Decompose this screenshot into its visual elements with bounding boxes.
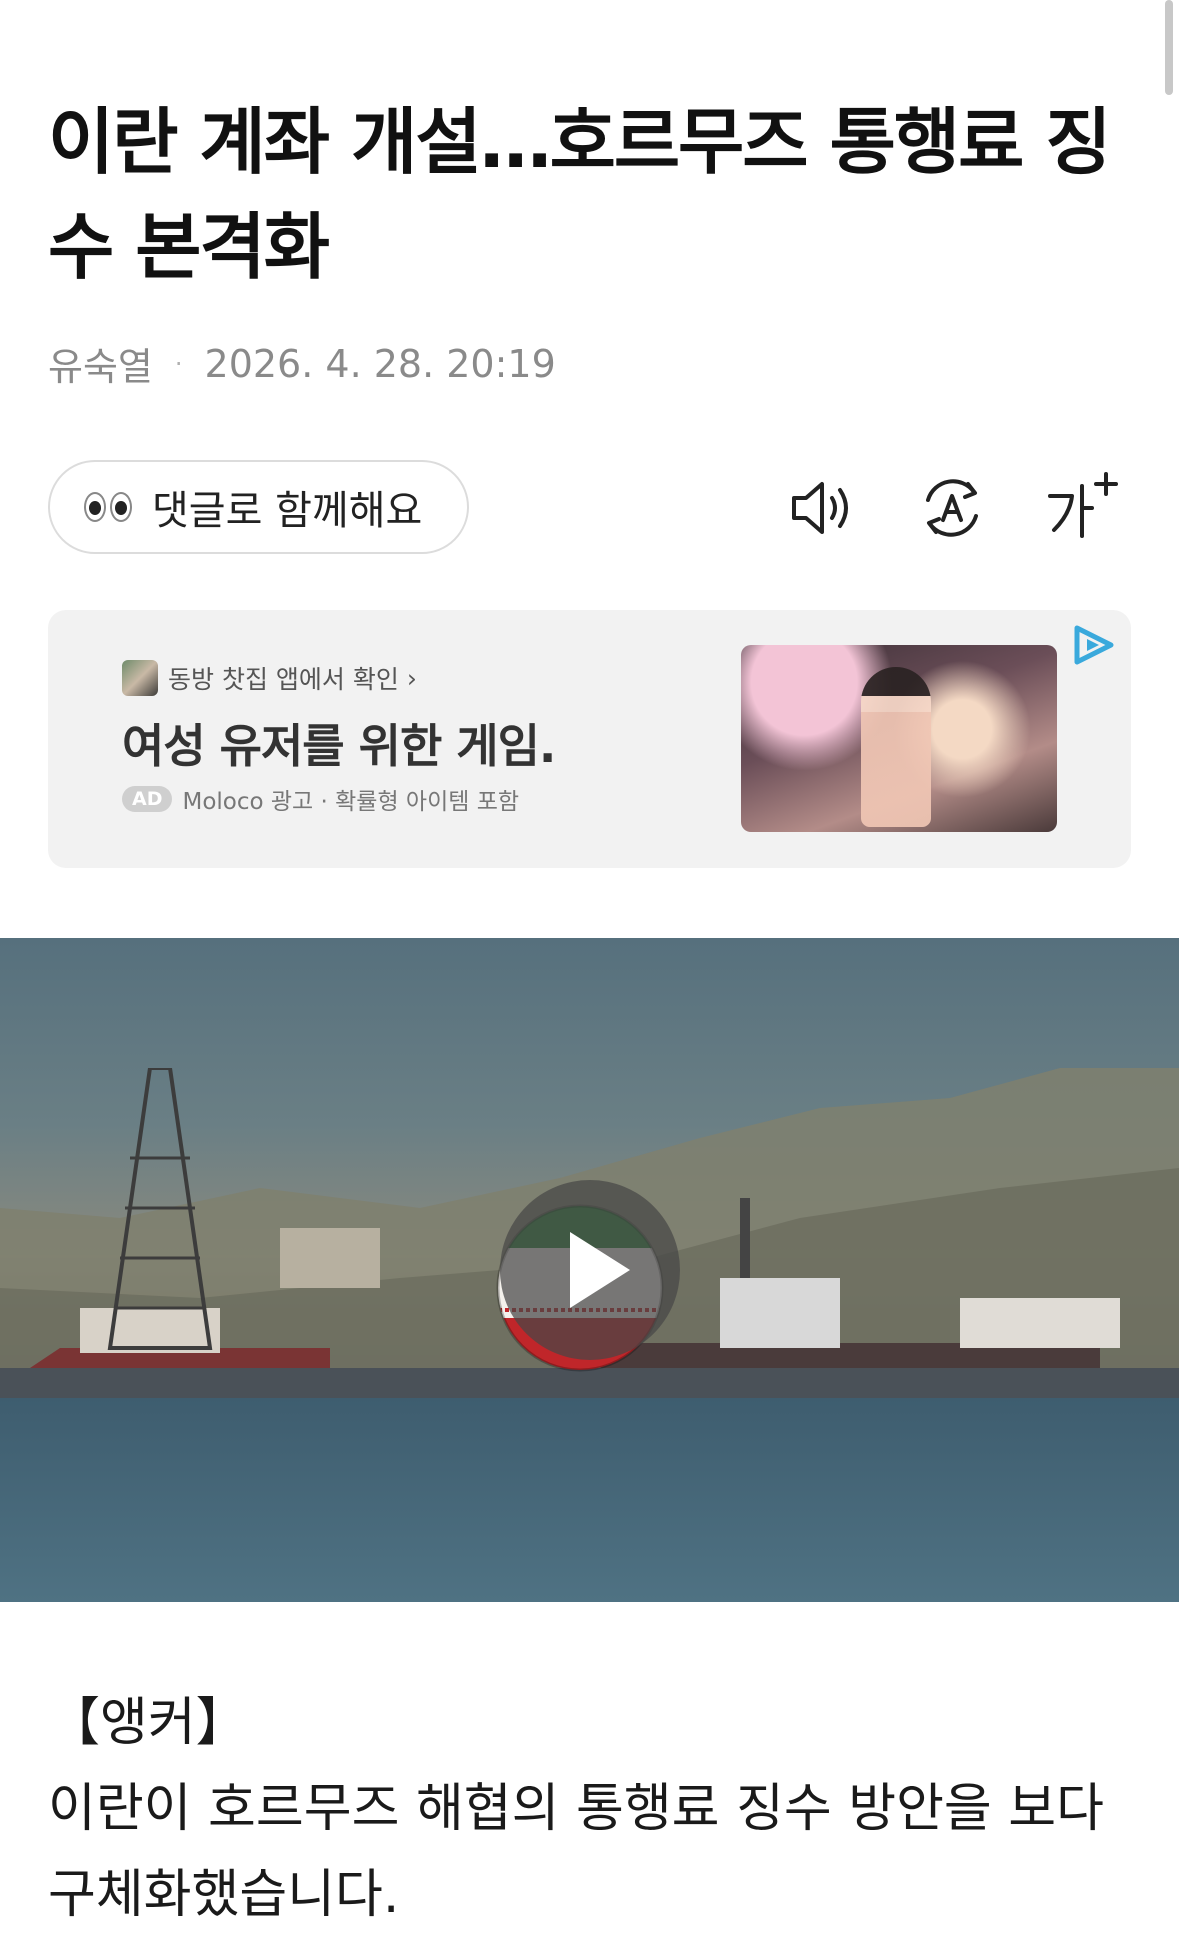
ad-meta-label: Moloco 광고 · 확률형 아이템 포함 <box>182 789 520 815</box>
byline: 유숙열 · 2026. 4. 28. 20:19 <box>48 336 556 391</box>
body-label: 【앵커】 <box>48 1693 248 1753</box>
article-headline: 이란 계좌 개설…호르무즈 통행료 징수 본격화 <box>48 100 1112 289</box>
ad-app-avatar <box>122 660 158 696</box>
article-toolbar: 댓글로 함께해요 <box>48 458 1131 554</box>
comment-button-label: 댓글로 함께해요 <box>152 488 423 534</box>
byline-separator: · <box>174 349 183 378</box>
chevron-right-icon: › <box>406 663 417 693</box>
translate-icon[interactable] <box>914 470 990 546</box>
speaker-icon[interactable] <box>784 470 860 546</box>
ad-source-label: 동방 찻집 앱에서 확인 <box>168 665 399 694</box>
ad-badge: AD <box>122 786 173 812</box>
ad-headline[interactable]: 여성 유저를 위한 게임. <box>122 710 556 776</box>
author-name[interactable]: 유숙열 <box>48 336 153 391</box>
play-button[interactable] <box>500 1180 680 1360</box>
scrollbar[interactable] <box>1165 0 1173 95</box>
publish-datetime: 2026. 4. 28. 20:19 <box>204 341 556 386</box>
article-page: 이란 계좌 개설…호르무즈 통행료 징수 본격화 유숙열 · 2026. 4. … <box>0 0 1179 1945</box>
ad-figure-illustration <box>861 667 931 827</box>
eyes-icon <box>84 492 132 522</box>
font-size-icon[interactable] <box>1044 470 1120 546</box>
video-player[interactable] <box>0 938 1179 1602</box>
video-water <box>0 1398 1179 1602</box>
comment-button[interactable]: 댓글로 함께해요 <box>48 460 469 554</box>
ad-choices-icon[interactable] <box>1071 624 1117 666</box>
ad-meta: AD Moloco 광고 · 확률형 아이템 포함 <box>122 782 519 816</box>
ad-source[interactable]: 동방 찻집 앱에서 확인 › <box>122 660 417 696</box>
ad-banner[interactable]: 동방 찻집 앱에서 확인 › 여성 유저를 위한 게임. AD Moloco 광… <box>48 610 1131 868</box>
ad-image[interactable] <box>741 645 1057 832</box>
body-paragraph: 이란이 호르무즈 해협의 통행료 징수 방안을 보다 구체화했습니다. <box>48 1779 1104 1925</box>
